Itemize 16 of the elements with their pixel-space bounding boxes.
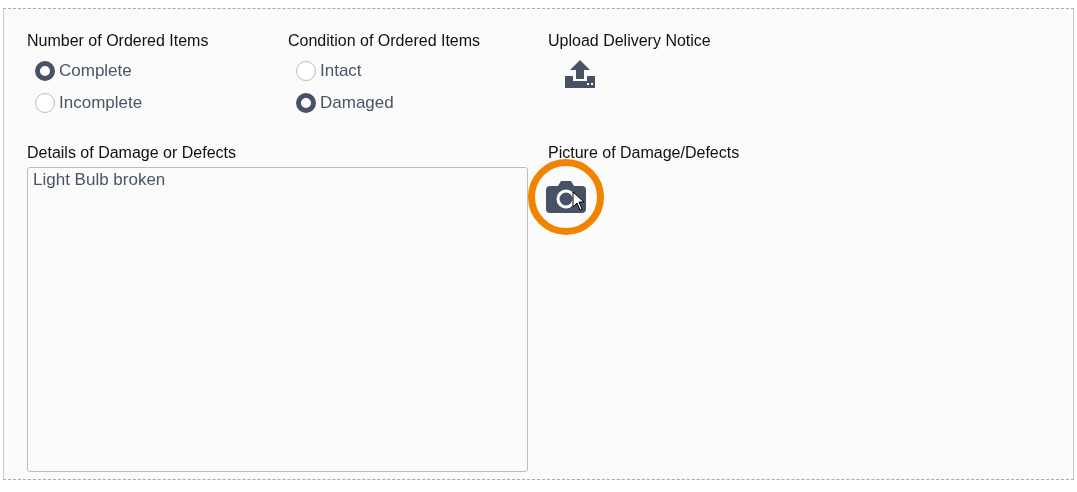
upload-icon[interactable] [564, 59, 596, 89]
option-label[interactable]: Complete [59, 61, 132, 81]
details-field[interactable]: Light Bulb broken [27, 167, 528, 472]
radio-button[interactable] [35, 93, 55, 113]
option-label[interactable]: Incomplete [59, 93, 143, 113]
radio-button[interactable] [296, 61, 316, 81]
radio-button[interactable] [35, 61, 55, 81]
cursor-icon [572, 191, 586, 211]
details-label: Details of Damage or Defects [27, 143, 237, 163]
group-label: Number of Ordered Items [27, 31, 210, 51]
group-label: Condition of Ordered Items [288, 31, 482, 51]
option-label[interactable]: Intact [320, 61, 362, 81]
picture-label: Picture of Damage/Defects [548, 143, 741, 163]
upload-label: Upload Delivery Notice [548, 31, 712, 51]
option-label[interactable]: Damaged [320, 93, 394, 113]
radio-button[interactable] [296, 93, 316, 113]
